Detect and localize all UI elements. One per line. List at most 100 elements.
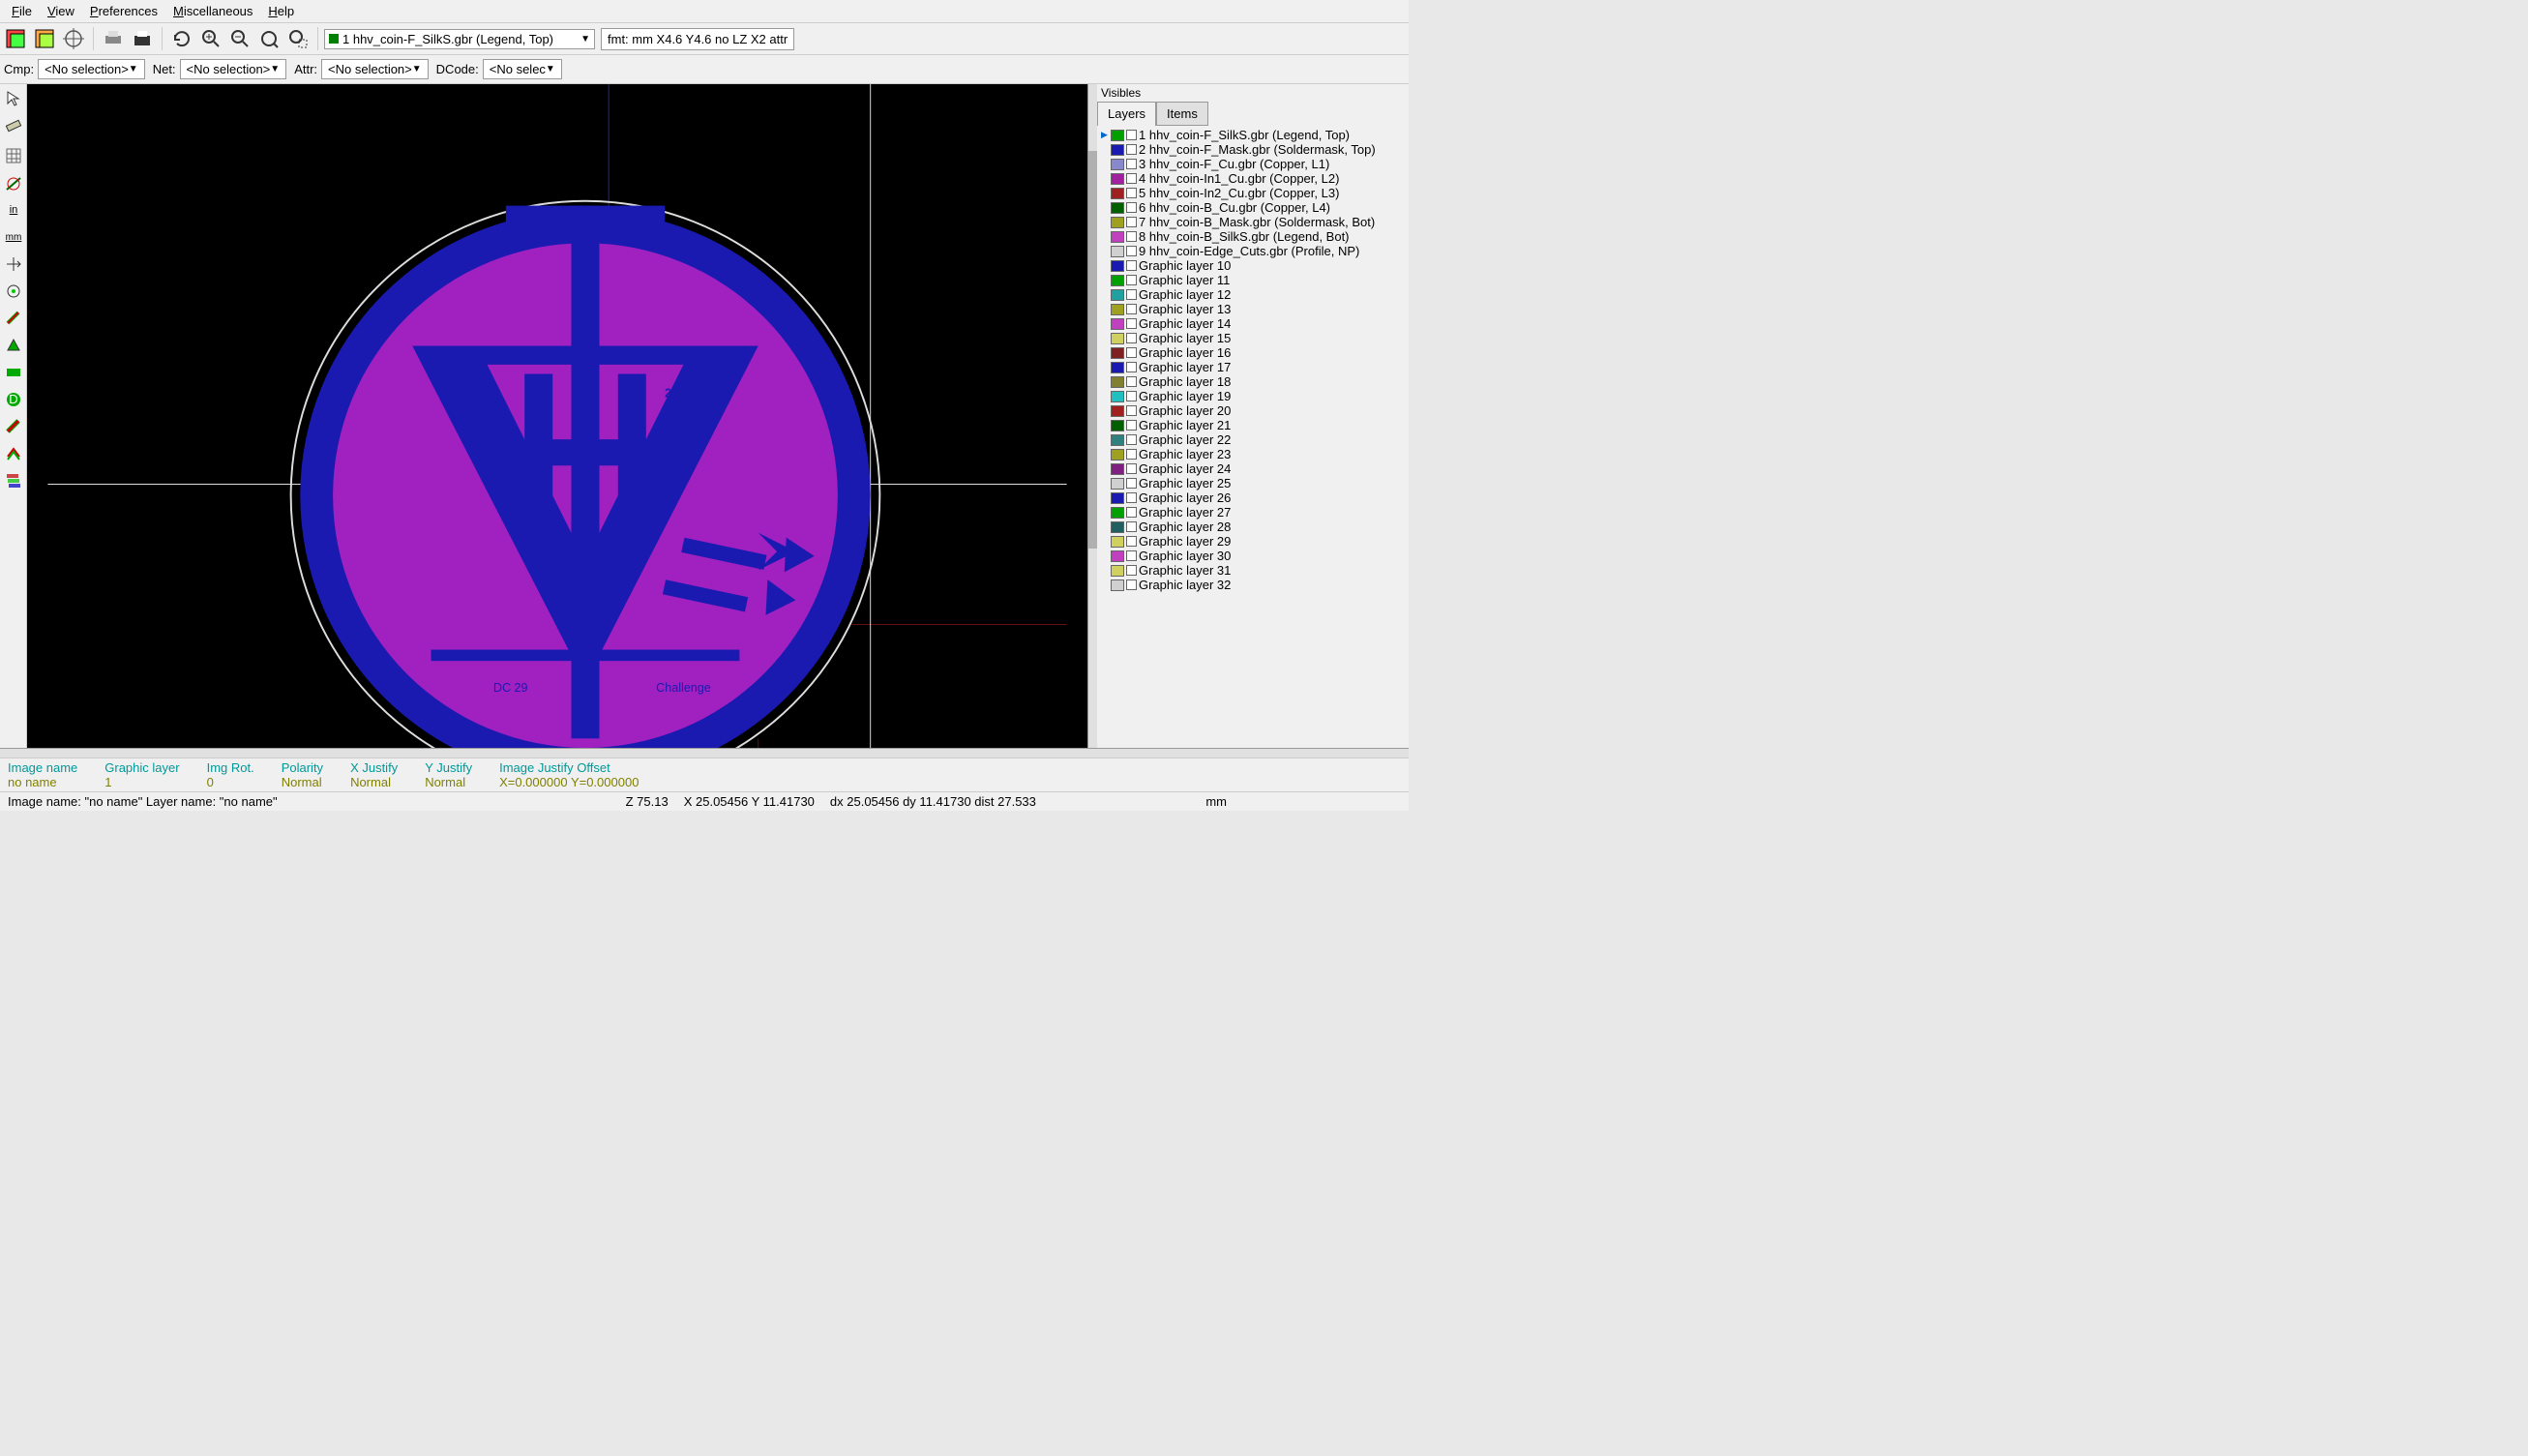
layer-visibility-checkbox[interactable]: [1126, 521, 1137, 532]
layer-color-swatch[interactable]: [1111, 434, 1124, 446]
layer-row[interactable]: Graphic layer 29: [1099, 534, 1407, 549]
layer-row[interactable]: 4 hhv_coin-In1_Cu.gbr (Copper, L2): [1099, 171, 1407, 186]
layer-color-swatch[interactable]: [1111, 347, 1124, 359]
layer-visibility-checkbox[interactable]: [1126, 159, 1137, 169]
layer-color-swatch[interactable]: [1111, 304, 1124, 315]
layer-visibility-checkbox[interactable]: [1126, 492, 1137, 503]
layer-row[interactable]: Graphic layer 10: [1099, 258, 1407, 273]
menu-miscellaneous[interactable]: Miscellaneous: [165, 2, 260, 20]
layer-row[interactable]: Graphic layer 31: [1099, 563, 1407, 578]
tab-items[interactable]: Items: [1156, 102, 1208, 126]
layer-color-swatch[interactable]: [1111, 536, 1124, 548]
layer-row[interactable]: Graphic layer 13: [1099, 302, 1407, 316]
zoom-region-icon[interactable]: [284, 25, 312, 52]
high-contrast-icon[interactable]: [0, 440, 27, 467]
polar-coords-icon[interactable]: [0, 169, 27, 196]
layers-manager-icon[interactable]: [0, 467, 27, 494]
layer-color-swatch[interactable]: [1111, 217, 1124, 228]
layer-row[interactable]: 3 hhv_coin-F_Cu.gbr (Copper, L1): [1099, 157, 1407, 171]
layer-visibility-checkbox[interactable]: [1126, 144, 1137, 155]
tab-layers[interactable]: Layers: [1097, 102, 1156, 126]
layer-visibility-checkbox[interactable]: [1126, 217, 1137, 227]
layer-color-swatch[interactable]: [1111, 188, 1124, 199]
layer-visibility-checkbox[interactable]: [1126, 405, 1137, 416]
layer-color-swatch[interactable]: [1111, 565, 1124, 577]
layer-visibility-checkbox[interactable]: [1126, 289, 1137, 300]
layer-visibility-checkbox[interactable]: [1126, 347, 1137, 358]
layer-color-swatch[interactable]: [1111, 420, 1124, 431]
layer-row[interactable]: Graphic layer 27: [1099, 505, 1407, 520]
layer-color-swatch[interactable]: [1111, 333, 1124, 344]
layer-color-swatch[interactable]: [1111, 260, 1124, 272]
layer-color-swatch[interactable]: [1111, 550, 1124, 562]
dcodes-display-icon[interactable]: D: [0, 386, 27, 413]
layer-row[interactable]: ▶1 hhv_coin-F_SilkS.gbr (Legend, Top): [1099, 128, 1407, 142]
zoom-fit-icon[interactable]: [255, 25, 283, 52]
layer-color-swatch[interactable]: [1111, 405, 1124, 417]
layer-row[interactable]: Graphic layer 22: [1099, 432, 1407, 447]
layer-row[interactable]: Graphic layer 18: [1099, 374, 1407, 389]
layer-visibility-checkbox[interactable]: [1126, 536, 1137, 547]
menu-help[interactable]: Help: [260, 2, 302, 20]
layer-row[interactable]: Graphic layer 32: [1099, 578, 1407, 592]
inches-unit-icon[interactable]: in: [0, 196, 27, 223]
dcode-dropdown[interactable]: <No selec▼: [483, 59, 562, 79]
layer-color-swatch[interactable]: [1111, 478, 1124, 490]
layer-color-swatch[interactable]: [1111, 463, 1124, 475]
sketch-polygons-icon[interactable]: [0, 332, 27, 359]
layer-row[interactable]: 7 hhv_coin-B_Mask.gbr (Soldermask, Bot): [1099, 215, 1407, 229]
refresh-icon[interactable]: [168, 25, 195, 52]
layer-visibility-checkbox[interactable]: [1126, 246, 1137, 256]
layer-visibility-checkbox[interactable]: [1126, 434, 1137, 445]
layer-row[interactable]: Graphic layer 25: [1099, 476, 1407, 490]
layer-color-swatch[interactable]: [1111, 173, 1124, 185]
layer-color-swatch[interactable]: [1111, 521, 1124, 533]
layer-row[interactable]: Graphic layer 12: [1099, 287, 1407, 302]
layer-row[interactable]: Graphic layer 21: [1099, 418, 1407, 432]
layer-visibility-checkbox[interactable]: [1126, 550, 1137, 561]
layer-row[interactable]: Graphic layer 30: [1099, 549, 1407, 563]
layer-row[interactable]: Graphic layer 26: [1099, 490, 1407, 505]
layer-row[interactable]: Graphic layer 19: [1099, 389, 1407, 403]
zoom-out-icon[interactable]: [226, 25, 253, 52]
clear-layers-icon[interactable]: [2, 25, 29, 52]
layer-visibility-checkbox[interactable]: [1126, 391, 1137, 401]
layer-row[interactable]: Graphic layer 20: [1099, 403, 1407, 418]
layer-color-swatch[interactable]: [1111, 391, 1124, 402]
target-icon[interactable]: [60, 25, 87, 52]
layer-visibility-checkbox[interactable]: [1126, 173, 1137, 184]
layer-row[interactable]: 2 hhv_coin-F_Mask.gbr (Soldermask, Top): [1099, 142, 1407, 157]
layer-color-swatch[interactable]: [1111, 449, 1124, 461]
layer-visibility-checkbox[interactable]: [1126, 507, 1137, 518]
layer-visibility-checkbox[interactable]: [1126, 463, 1137, 474]
mm-unit-icon[interactable]: mm: [0, 223, 27, 251]
measure-tool-icon[interactable]: [0, 111, 27, 138]
net-dropdown[interactable]: <No selection>▼: [180, 59, 287, 79]
attr-dropdown[interactable]: <No selection>▼: [321, 59, 429, 79]
layer-row[interactable]: Graphic layer 16: [1099, 345, 1407, 360]
grid-icon[interactable]: [0, 142, 27, 169]
horizontal-scrollbar[interactable]: [0, 748, 1409, 758]
layer-color-swatch[interactable]: [1111, 492, 1124, 504]
layer-color-swatch[interactable]: [1111, 159, 1124, 170]
layer-visibility-checkbox[interactable]: [1126, 420, 1137, 431]
layer-visibility-checkbox[interactable]: [1126, 231, 1137, 242]
menu-preferences[interactable]: Preferences: [82, 2, 165, 20]
sketch-lines-icon[interactable]: [0, 305, 27, 332]
layer-row[interactable]: Graphic layer 28: [1099, 520, 1407, 534]
layer-color-swatch[interactable]: [1111, 507, 1124, 519]
layer-visibility-checkbox[interactable]: [1126, 376, 1137, 387]
layer-visibility-checkbox[interactable]: [1126, 333, 1137, 343]
layer-color-swatch[interactable]: [1111, 376, 1124, 388]
layer-row[interactable]: 6 hhv_coin-B_Cu.gbr (Copper, L4): [1099, 200, 1407, 215]
select-tool-icon[interactable]: [0, 84, 27, 111]
layer-visibility-checkbox[interactable]: [1126, 478, 1137, 489]
reload-icon[interactable]: [31, 25, 58, 52]
layer-row[interactable]: Graphic layer 14: [1099, 316, 1407, 331]
layer-row[interactable]: Graphic layer 11: [1099, 273, 1407, 287]
diff-mode-icon[interactable]: [0, 413, 27, 440]
layer-row[interactable]: 9 hhv_coin-Edge_Cuts.gbr (Profile, NP): [1099, 244, 1407, 258]
layer-visibility-checkbox[interactable]: [1126, 275, 1137, 285]
layer-row[interactable]: Graphic layer 24: [1099, 461, 1407, 476]
cmp-dropdown[interactable]: <No selection>▼: [38, 59, 145, 79]
